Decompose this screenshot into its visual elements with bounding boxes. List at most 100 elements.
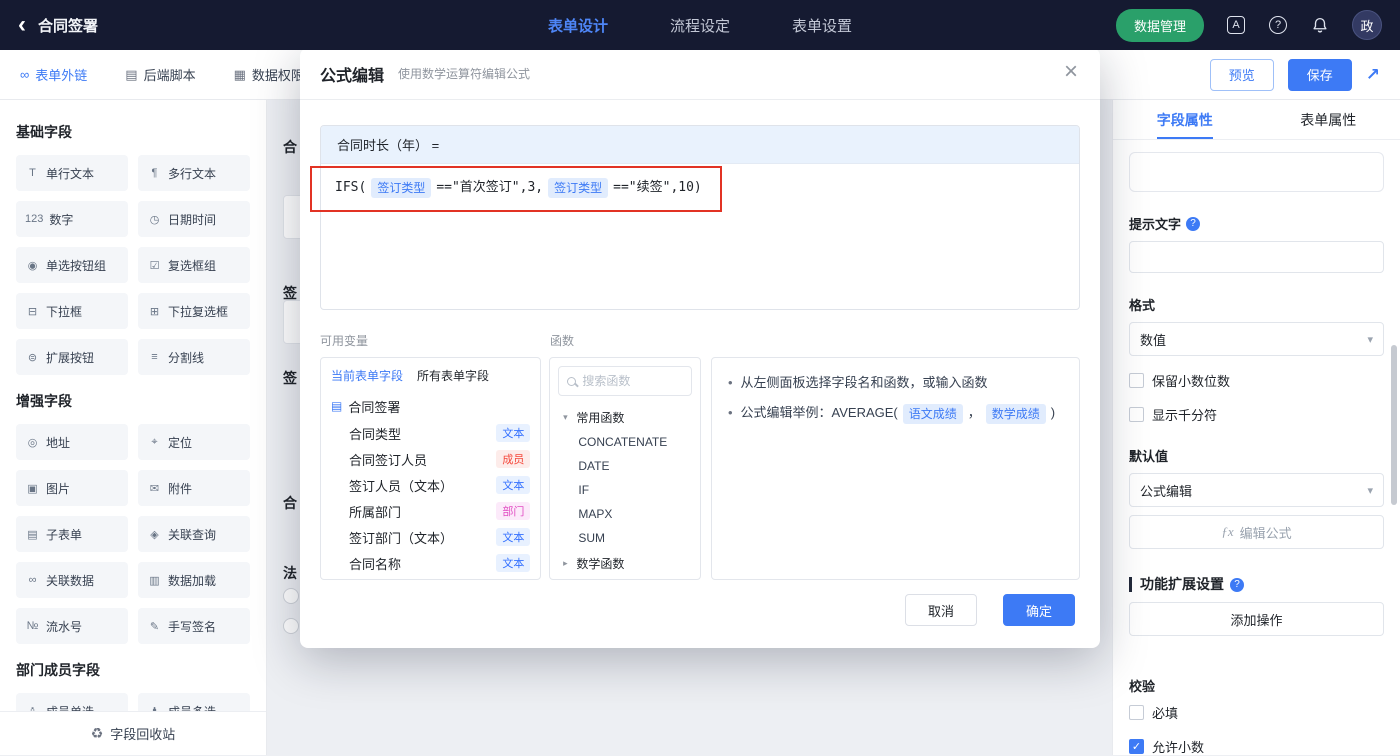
- field-item[interactable]: ☑复选框组: [138, 247, 250, 283]
- translate-icon-glyph: A: [1227, 16, 1245, 34]
- add-action-button[interactable]: 添加操作: [1129, 602, 1384, 636]
- function-item[interactable]: DATE: [550, 454, 700, 478]
- tab-field-properties[interactable]: 字段属性: [1113, 100, 1257, 139]
- properties-tabs: 字段属性 表单属性: [1113, 100, 1400, 140]
- backend-script-button[interactable]: ▤ 后端脚本: [125, 65, 195, 84]
- variable-name: 合同名称: [349, 554, 401, 573]
- field-item-label: 单行文本: [46, 165, 94, 182]
- field-item[interactable]: ◷日期时间: [138, 201, 250, 237]
- field-item[interactable]: ♙成员单选: [16, 693, 128, 711]
- form-external-link-button[interactable]: ∞ 表单外链: [20, 65, 87, 84]
- keep-decimal-checkbox[interactable]: 保留小数位数: [1129, 371, 1384, 390]
- field-item[interactable]: ¶多行文本: [138, 155, 250, 191]
- field-item[interactable]: ✉附件: [138, 470, 250, 506]
- variable-row[interactable]: 所属部门部门: [321, 498, 540, 524]
- field-item[interactable]: ⌖定位: [138, 424, 250, 460]
- field-item-label: 数据加载: [168, 572, 216, 589]
- canvas-partial-radio: [283, 588, 299, 604]
- back-icon[interactable]: ‹: [18, 13, 26, 37]
- field-item[interactable]: ⊜扩展按钮: [16, 339, 128, 375]
- toolbar-item-label: 数据权限: [252, 65, 304, 84]
- bell-icon[interactable]: [1310, 15, 1330, 35]
- field-item[interactable]: ◈关联查询: [138, 516, 250, 552]
- field-item[interactable]: ≡分割线: [138, 339, 250, 375]
- formula-input[interactable]: IFS(签订类型=="首次签订",3,签订类型=="续签",10): [321, 164, 1079, 310]
- field-chip[interactable]: 签订类型: [371, 178, 431, 198]
- variable-row[interactable]: 合同类型文本: [321, 420, 540, 446]
- field-item[interactable]: ▥数据加载: [138, 562, 250, 598]
- function-group[interactable]: ▸数学函数: [550, 550, 700, 576]
- scrollbar-thumb[interactable]: [1391, 345, 1397, 505]
- field-item[interactable]: №流水号: [16, 608, 128, 644]
- required-checkbox[interactable]: 必填: [1129, 703, 1384, 722]
- edit-formula-label: 编辑公式: [1240, 523, 1292, 542]
- function-group[interactable]: ▸文本函数: [550, 576, 700, 580]
- field-item[interactable]: ▣图片: [16, 470, 128, 506]
- function-search-input[interactable]: [582, 374, 683, 388]
- variables-root-label: 合同签署: [348, 397, 400, 416]
- close-icon[interactable]: ×: [1064, 60, 1078, 84]
- data-permission-button[interactable]: ▦ 数据权限: [234, 65, 304, 84]
- edit-formula-button[interactable]: ƒx 编辑公式: [1129, 515, 1384, 549]
- field-item[interactable]: ◎地址: [16, 424, 128, 460]
- question-icon[interactable]: ?: [1230, 578, 1244, 592]
- field-item[interactable]: ∞关联数据: [16, 562, 128, 598]
- thousand-separator-checkbox[interactable]: 显示千分符: [1129, 405, 1384, 424]
- toolbar-left: ∞ 表单外链 ▤ 后端脚本 ▦ 数据权限: [20, 65, 304, 84]
- function-item[interactable]: CONCATENATE: [550, 430, 700, 454]
- help-icon-glyph: ?: [1269, 16, 1287, 34]
- function-item[interactable]: IF: [550, 478, 700, 502]
- avatar[interactable]: 政: [1352, 10, 1382, 40]
- confirm-button[interactable]: 确定: [1003, 594, 1075, 626]
- field-item[interactable]: 123数字: [16, 201, 128, 237]
- field-item-label: 下拉框: [46, 303, 82, 320]
- variables-root-node[interactable]: ▤ 合同签署: [321, 392, 540, 420]
- extend-button-icon: ⊜: [25, 351, 40, 364]
- formula-target: 合同时长（年） =: [321, 126, 1079, 164]
- function-group[interactable]: ▾常用函数: [550, 404, 700, 430]
- field-chip[interactable]: 签订类型: [548, 178, 608, 198]
- share-icon[interactable]: ↗: [1366, 65, 1380, 85]
- preview-button[interactable]: 预览: [1210, 59, 1274, 91]
- field-item-label: 流水号: [46, 618, 82, 635]
- field-item[interactable]: ⊞下拉复选框: [138, 293, 250, 329]
- nav-form-design[interactable]: 表单设计: [548, 15, 608, 36]
- function-item[interactable]: SUM: [550, 526, 700, 550]
- default-value-select[interactable]: 公式编辑 ▾: [1129, 473, 1384, 507]
- field-item-label: 下拉复选框: [168, 303, 228, 320]
- allow-decimal-checkbox[interactable]: ✓ 允许小数: [1129, 737, 1384, 756]
- field-title-input[interactable]: [1129, 152, 1384, 192]
- function-item[interactable]: MAPX: [550, 502, 700, 526]
- chevron-down-icon: ▾: [1367, 484, 1373, 497]
- tab-form-properties[interactable]: 表单属性: [1257, 100, 1400, 139]
- nav-form-setting[interactable]: 表单设置: [792, 15, 852, 36]
- checkbox-label: 显示千分符: [1152, 405, 1217, 424]
- variable-row[interactable]: 签订人员（文本）文本: [321, 472, 540, 498]
- translate-icon[interactable]: A: [1226, 15, 1246, 35]
- recycle-bin-icon: ♻: [91, 725, 104, 742]
- field-item[interactable]: ✎手写签名: [138, 608, 250, 644]
- field-item[interactable]: T单行文本: [16, 155, 128, 191]
- variable-row[interactable]: 合同签订人员成员: [321, 446, 540, 472]
- hint-text-input[interactable]: [1129, 241, 1384, 273]
- variable-row[interactable]: 合同名称文本: [321, 550, 540, 576]
- field-item[interactable]: ◉单选按钮组: [16, 247, 128, 283]
- field-item[interactable]: ⊟下拉框: [16, 293, 128, 329]
- data-manage-button[interactable]: 数据管理: [1116, 9, 1204, 42]
- question-icon[interactable]: ?: [1186, 217, 1200, 231]
- help-icon[interactable]: ?: [1268, 15, 1288, 35]
- field-item[interactable]: ♟成员多选: [138, 693, 250, 711]
- function-group-label: 数学函数: [576, 555, 624, 572]
- format-select[interactable]: 数值 ▾: [1129, 322, 1384, 356]
- cancel-button[interactable]: 取消: [905, 594, 977, 626]
- nav-process-setting[interactable]: 流程设定: [670, 15, 730, 36]
- properties-panel: 字段属性 表单属性 提示文字 ? 格式 数值 ▾ 保留小数位数 显示千分符 默认…: [1112, 100, 1400, 755]
- tab-all-form-fields[interactable]: 所有表单字段: [417, 367, 489, 384]
- save-button[interactable]: 保存: [1288, 59, 1352, 91]
- field-recycle-bin[interactable]: ♻ 字段回收站: [0, 711, 266, 755]
- variable-row[interactable]: 签订部门（文本）文本: [321, 524, 540, 550]
- field-item[interactable]: ▤子表单: [16, 516, 128, 552]
- image-icon: ▣: [25, 482, 40, 495]
- data-permission-icon: ▦: [234, 67, 246, 83]
- tab-current-form-fields[interactable]: 当前表单字段: [331, 367, 403, 384]
